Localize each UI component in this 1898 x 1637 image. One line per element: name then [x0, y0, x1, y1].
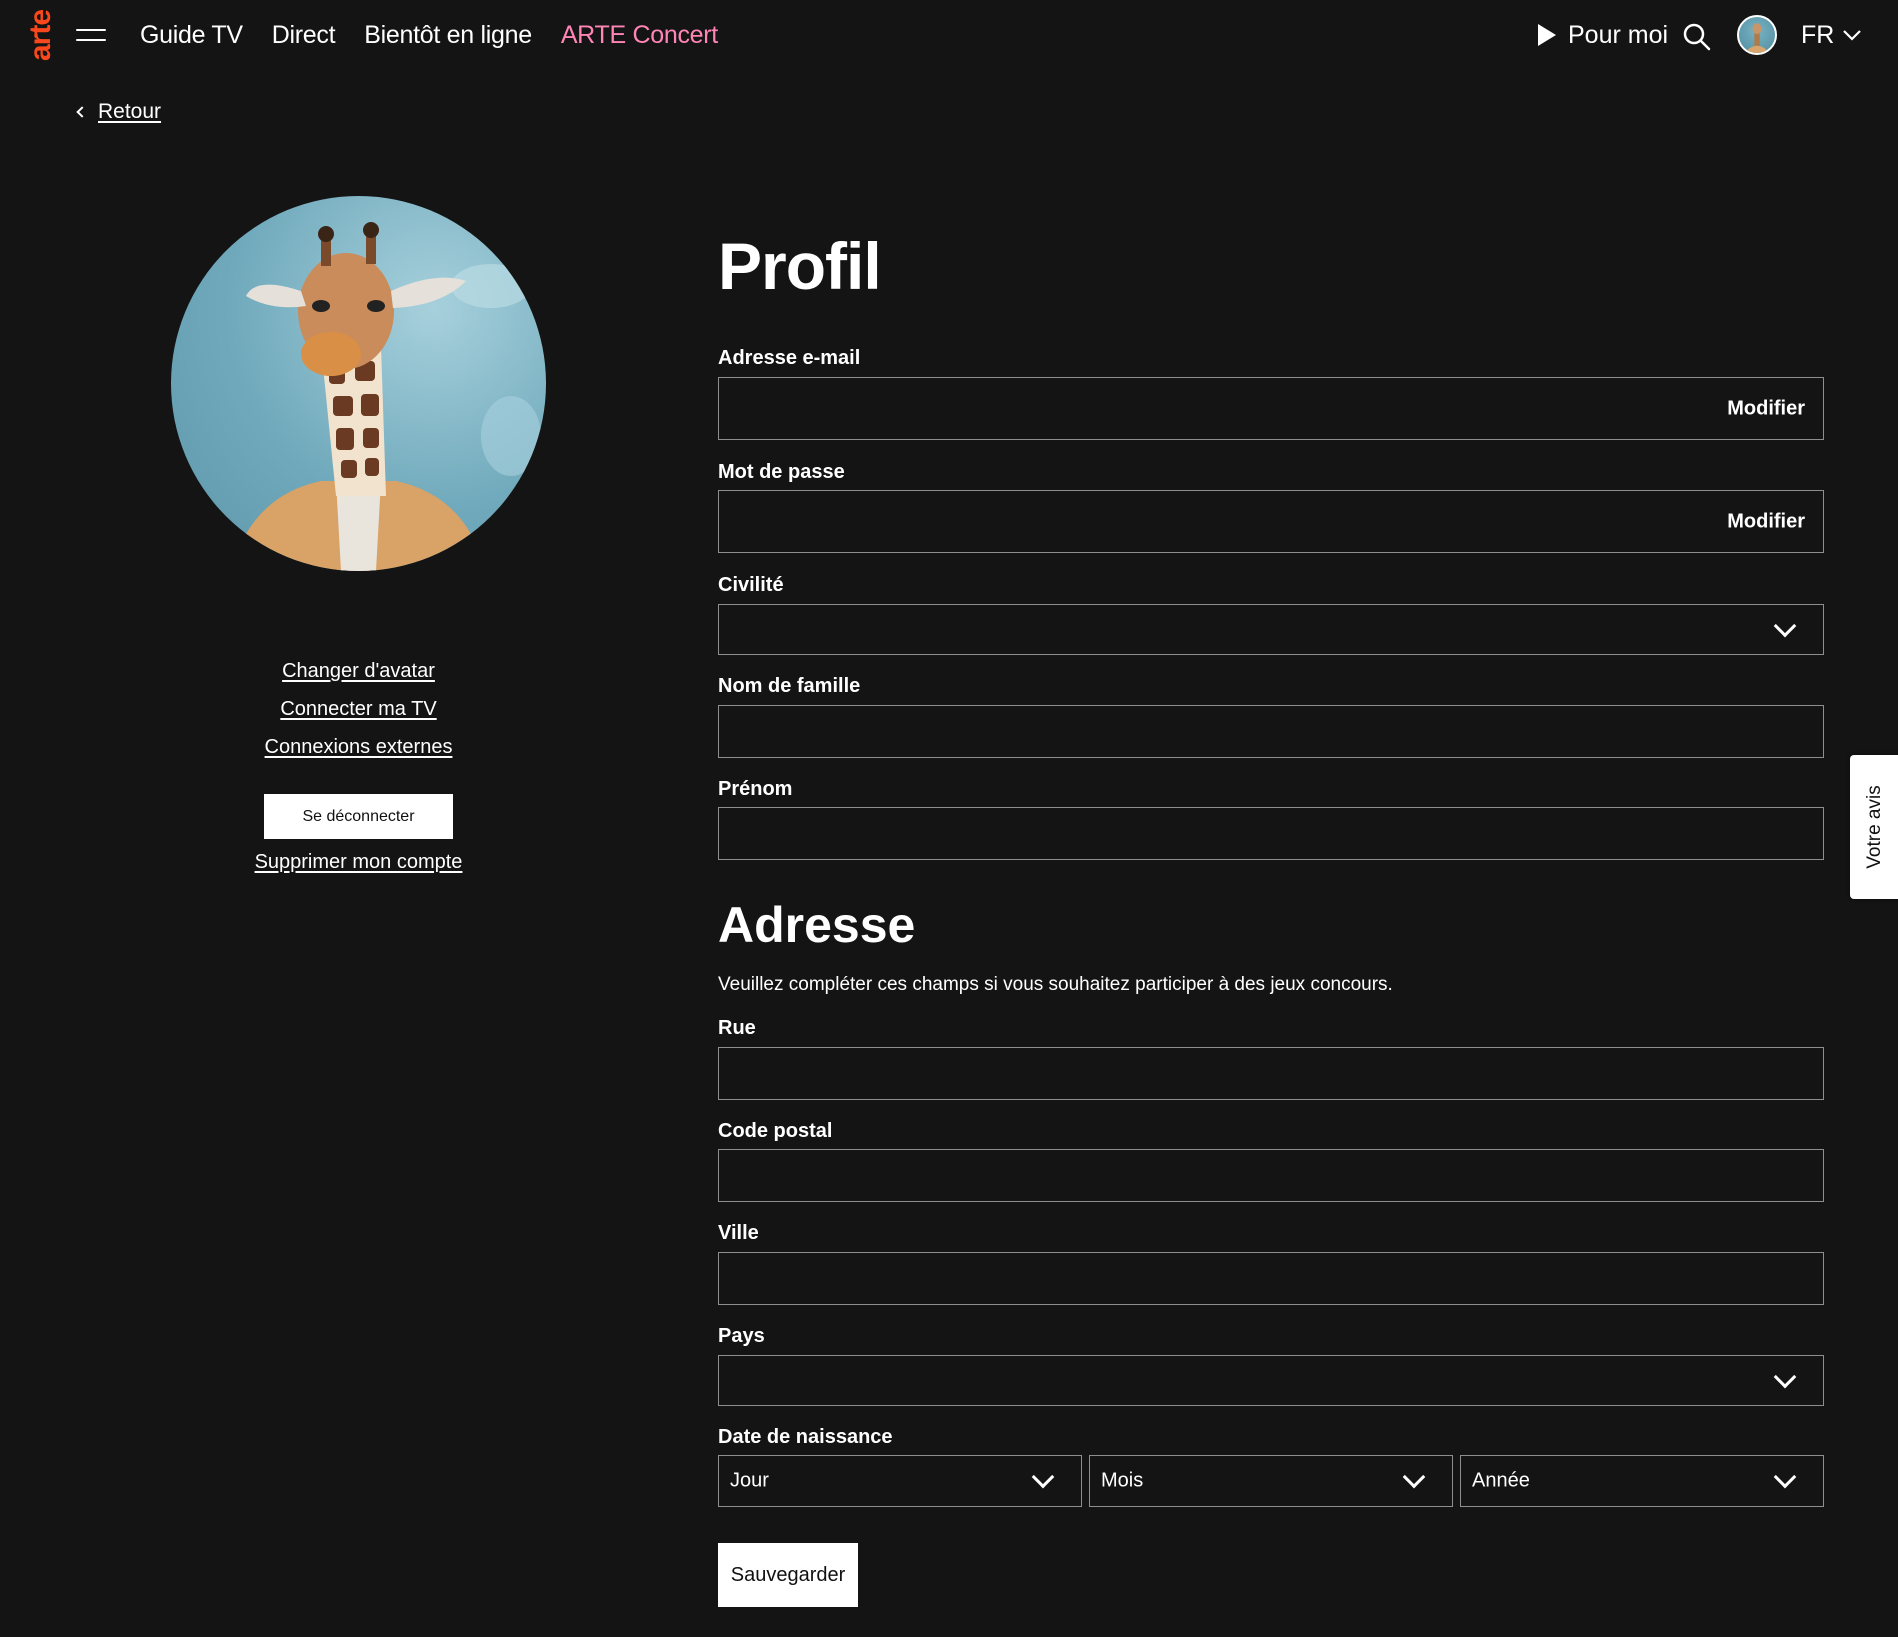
firstname-input[interactable]	[718, 807, 1824, 860]
country-label: Pays	[718, 1325, 765, 1347]
play-icon	[1538, 24, 1556, 46]
birthdate-label: Date de naissance	[718, 1426, 893, 1448]
pour-moi-button[interactable]: Pour moi	[1538, 18, 1668, 52]
chevron-down-icon	[1402, 1465, 1426, 1489]
address-helper-text: Veuillez compléter ces champs si vous so…	[718, 974, 1393, 995]
save-button[interactable]: Sauvegarder	[718, 1543, 858, 1607]
country-select[interactable]	[718, 1355, 1824, 1406]
birth-day-select[interactable]: Jour	[718, 1455, 1082, 1507]
user-avatar[interactable]	[1737, 15, 1777, 55]
pour-moi-label: Pour moi	[1568, 21, 1669, 49]
feedback-tab[interactable]: Votre avis	[1850, 755, 1898, 899]
city-input[interactable]	[718, 1252, 1824, 1305]
password-label: Mot de passe	[718, 461, 845, 483]
chevron-down-icon	[1773, 614, 1797, 637]
firstname-label: Prénom	[718, 778, 793, 800]
giraffe-illustration	[231, 222, 541, 571]
nav-link-bientot-en-ligne[interactable]: Bientôt en ligne	[364, 18, 532, 52]
arte-logo[interactable]: arte	[24, 4, 57, 66]
email-label: Adresse e-mail	[718, 347, 861, 369]
chevron-down-icon	[1031, 1465, 1055, 1489]
password-modify-button[interactable]: Modifier	[1727, 510, 1805, 533]
top-navigation: arte Guide TV Direct Bientôt en ligne AR…	[0, 0, 1898, 70]
nav-link-direct[interactable]: Direct	[272, 18, 336, 52]
connect-tv-link[interactable]: Connecter ma TV	[171, 690, 546, 728]
language-selector[interactable]: FR	[1801, 18, 1862, 52]
password-field[interactable]: Modifier	[718, 490, 1824, 553]
logout-button[interactable]: Se déconnecter	[264, 794, 453, 839]
lastname-input[interactable]	[718, 705, 1824, 758]
change-avatar-link[interactable]: Changer d'avatar	[171, 652, 546, 690]
email-field[interactable]: Modifier	[718, 377, 1824, 440]
page-title: Profil	[718, 229, 882, 303]
language-label: FR	[1801, 21, 1835, 49]
nav-links: Guide TV Direct Bientôt en ligne ARTE Co…	[140, 18, 747, 52]
birth-month-select[interactable]: Mois	[1089, 1455, 1453, 1507]
chevron-down-icon	[1773, 1365, 1797, 1388]
street-label: Rue	[718, 1017, 756, 1039]
nav-link-arte-concert[interactable]: ARTE Concert	[561, 18, 718, 52]
chevron-down-icon	[1843, 30, 1862, 41]
birth-year-value: Année	[1472, 1469, 1530, 1492]
street-input[interactable]	[718, 1047, 1824, 1100]
birth-year-select[interactable]: Année	[1460, 1455, 1824, 1507]
civility-select[interactable]	[718, 604, 1824, 655]
delete-account-link[interactable]: Supprimer mon compte	[171, 851, 546, 874]
external-connections-link[interactable]: Connexions externes	[171, 728, 546, 766]
birth-day-value: Jour	[730, 1469, 769, 1492]
nav-link-guide-tv[interactable]: Guide TV	[140, 18, 243, 52]
email-modify-button[interactable]: Modifier	[1727, 397, 1805, 420]
giraffe-avatar-thumbnail	[1748, 23, 1766, 53]
profile-avatar-image	[171, 196, 546, 571]
back-link[interactable]: Retour	[76, 100, 162, 124]
feedback-label: Votre avis	[1864, 785, 1885, 869]
back-label: Retour	[98, 100, 162, 123]
hamburger-menu-icon[interactable]	[76, 29, 106, 43]
lastname-label: Nom de famille	[718, 675, 861, 697]
birth-month-value: Mois	[1101, 1469, 1144, 1492]
chevron-left-icon	[76, 106, 88, 118]
civility-label: Civilité	[718, 574, 784, 596]
address-title: Adresse	[718, 897, 916, 953]
birthdate-row: Jour Mois Année	[718, 1455, 1824, 1507]
account-links: Changer d'avatar Connecter ma TV Connexi…	[171, 652, 546, 766]
chevron-down-icon	[1773, 1465, 1797, 1489]
city-label: Ville	[718, 1222, 759, 1244]
postal-code-input[interactable]	[718, 1149, 1824, 1202]
search-icon[interactable]	[1682, 22, 1712, 52]
postal-code-label: Code postal	[718, 1120, 833, 1142]
